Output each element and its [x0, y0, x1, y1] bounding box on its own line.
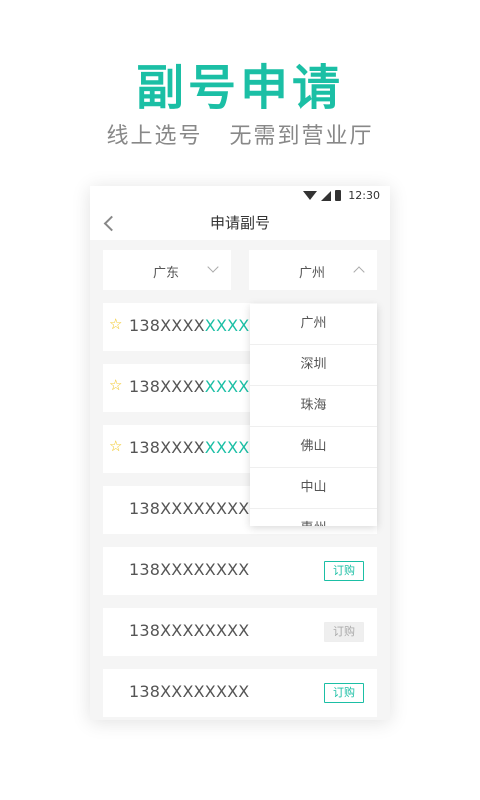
number-row[interactable]: 138XXXXXXXX 订购	[103, 669, 377, 717]
chevron-up-icon	[353, 266, 365, 278]
phone-screen: 12:30 申请副号 广东 广州 ☆ 138XXXXXXXX ☆ 138XXXX…	[90, 186, 390, 720]
city-option[interactable]: 惠州	[250, 509, 377, 526]
phone-number: 138XXXXXXXX	[129, 438, 250, 457]
signal-icon	[321, 190, 332, 201]
status-bar: 12:30	[90, 186, 390, 208]
order-button[interactable]: 订购	[324, 561, 364, 581]
city-dropdown[interactable]: 广州 深圳 珠海 佛山 中山 惠州	[250, 304, 377, 526]
battery-icon	[335, 190, 342, 201]
number-row[interactable]: 138XXXXXXXX 订购	[103, 547, 377, 595]
city-option[interactable]: 广州	[250, 304, 377, 345]
phone-number: 138XXXXXXXX	[129, 316, 250, 335]
promo-subline: 线上选号 无需到营业厅	[106, 124, 374, 149]
order-button-disabled: 订购	[324, 622, 364, 642]
phone-number: 138XXXXXXXX	[129, 377, 250, 396]
number-row[interactable]: 138XXXXXXXX 订购	[103, 608, 377, 656]
city-option[interactable]: 深圳	[250, 345, 377, 386]
status-time: 12:30	[348, 189, 380, 202]
phone-number: 138XXXXXXXX	[129, 682, 250, 701]
star-icon[interactable]: ☆	[109, 376, 122, 394]
chevron-down-icon	[207, 261, 219, 273]
page-title: 申请副号	[209, 214, 270, 232]
city-option[interactable]: 佛山	[250, 427, 377, 468]
wifi-icon	[303, 191, 318, 200]
city-select[interactable]: 广州	[249, 250, 377, 290]
order-button[interactable]: 订购	[324, 683, 364, 703]
star-icon[interactable]: ☆	[109, 437, 122, 455]
promo-headline: 副号申请	[135, 60, 344, 116]
phone-number: 138XXXXXXXX	[129, 621, 250, 640]
province-select-label: 广东	[153, 266, 180, 281]
city-select-label: 广州	[299, 266, 326, 281]
phone-number: 138XXXXXXXX	[129, 499, 250, 518]
phone-number: 138XXXXXXXX	[129, 560, 250, 579]
province-select[interactable]: 广东	[103, 250, 231, 290]
city-option[interactable]: 中山	[250, 468, 377, 509]
title-bar: 申请副号	[90, 208, 390, 240]
city-option[interactable]: 珠海	[250, 386, 377, 427]
star-icon[interactable]: ☆	[109, 315, 122, 333]
